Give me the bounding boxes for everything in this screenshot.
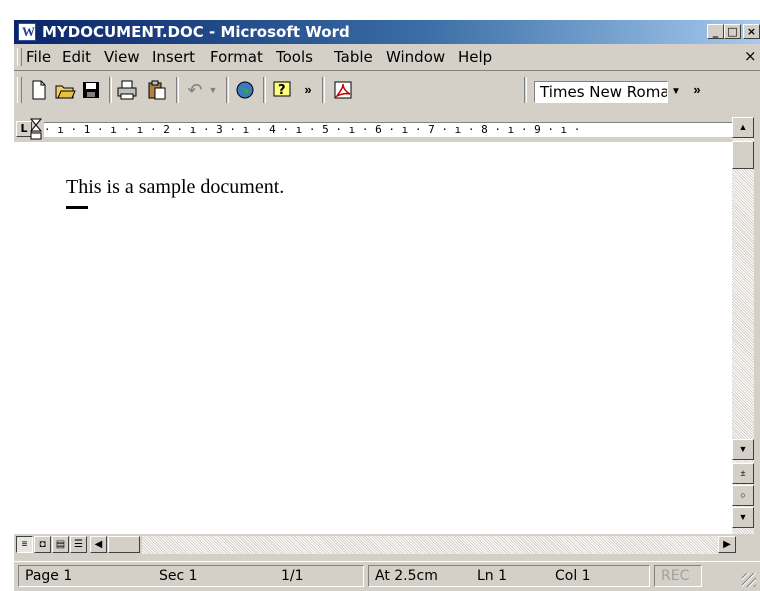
open-folder-icon[interactable] bbox=[54, 79, 76, 101]
document-area[interactable]: This is a sample document. bbox=[14, 142, 732, 534]
horizontal-scroll-thumb[interactable] bbox=[108, 536, 140, 553]
end-of-document-marker bbox=[66, 206, 88, 209]
help-icon[interactable]: ? bbox=[272, 79, 294, 101]
status-column: Col 1 bbox=[555, 568, 591, 584]
toolbar-separator bbox=[176, 77, 179, 103]
scroll-down-button[interactable]: ▼ bbox=[732, 439, 754, 460]
menu-insert[interactable]: Insert bbox=[152, 48, 195, 66]
status-at: At 2.5cm bbox=[375, 568, 438, 584]
minimize-button[interactable]: _ bbox=[707, 24, 724, 39]
menu-file[interactable]: File bbox=[26, 48, 51, 66]
status-rec[interactable]: REC bbox=[654, 565, 702, 587]
window-title: MYDOCUMENT.DOC - Microsoft Word bbox=[42, 23, 350, 41]
word-app-icon[interactable] bbox=[18, 23, 36, 41]
close-button[interactable]: × bbox=[743, 24, 760, 39]
scroll-right-button[interactable]: ▶ bbox=[718, 536, 736, 553]
normal-view-icon[interactable]: ≡ bbox=[16, 536, 33, 553]
status-section: Sec 1 bbox=[159, 568, 198, 584]
previous-page-button[interactable]: ± bbox=[732, 463, 754, 484]
new-document-icon[interactable] bbox=[28, 79, 50, 101]
outline-view-icon[interactable]: ☰ bbox=[70, 536, 87, 553]
standard-toolbar: ↶ ▼ ? » Times New Roman ▼ » bbox=[14, 71, 760, 109]
print-layout-view-icon[interactable]: ▤ bbox=[52, 536, 69, 553]
status-bar: Page 1 Sec 1 1/1 At 2.5cm Ln 1 Col 1 REC bbox=[14, 561, 760, 591]
word-window: MYDOCUMENT.DOC - Microsoft Word _ □ × Fi… bbox=[14, 20, 760, 591]
scroll-up-button[interactable]: ▲ bbox=[732, 117, 754, 138]
menu-tools[interactable]: Tools bbox=[276, 48, 313, 66]
maximize-button[interactable]: □ bbox=[724, 24, 741, 39]
menu-help[interactable]: Help bbox=[458, 48, 492, 66]
horizontal-scroll-track[interactable] bbox=[142, 536, 718, 554]
indent-marker-icon[interactable] bbox=[30, 117, 42, 141]
status-page-count: 1/1 bbox=[281, 568, 304, 584]
menu-bar: File Edit View Insert Format Tools Table… bbox=[14, 44, 760, 71]
vertical-scrollbar[interactable]: ▲ ▼ ± ○ ▼ bbox=[732, 117, 754, 534]
undo-dropdown-icon[interactable]: ▼ bbox=[202, 79, 224, 101]
menubar-grip[interactable] bbox=[17, 48, 22, 66]
toolbar-separator bbox=[109, 77, 112, 103]
toolbar-separator bbox=[524, 77, 527, 103]
toolbar-grip[interactable] bbox=[17, 77, 22, 103]
toolbar-overflow-icon[interactable]: » bbox=[297, 79, 319, 101]
status-position-pane: At 2.5cm Ln 1 Col 1 bbox=[368, 565, 650, 587]
menu-table[interactable]: Table bbox=[334, 48, 373, 66]
font-name-field[interactable]: Times New Roman bbox=[534, 81, 668, 103]
formatting-overflow-icon[interactable]: » bbox=[686, 79, 708, 101]
document-close-button[interactable]: × bbox=[744, 47, 757, 65]
menu-view[interactable]: View bbox=[104, 48, 140, 66]
scroll-left-button[interactable]: ◀ bbox=[90, 536, 107, 553]
menu-edit[interactable]: Edit bbox=[62, 48, 91, 66]
select-browse-object-button[interactable]: ○ bbox=[732, 485, 754, 506]
status-page: Page 1 bbox=[25, 568, 73, 584]
vertical-scroll-thumb[interactable] bbox=[732, 141, 754, 169]
print-icon[interactable] bbox=[116, 79, 138, 101]
ruler-scale[interactable]: · ı · 1 · ı · ı · 2 · ı · 3 · ı · 4 · ı … bbox=[44, 122, 732, 137]
toolbar-separator bbox=[263, 77, 266, 103]
pdf-convert-icon[interactable] bbox=[332, 79, 354, 101]
document-text[interactable]: This is a sample document. bbox=[66, 176, 284, 199]
toolbar-separator bbox=[226, 77, 229, 103]
status-page-pane: Page 1 Sec 1 1/1 bbox=[18, 565, 364, 587]
web-toolbar-icon[interactable] bbox=[234, 79, 256, 101]
paste-icon[interactable] bbox=[146, 79, 168, 101]
horizontal-ruler: L · ı · 1 · ı · ı · 2 · ı · 3 · ı · 4 · … bbox=[14, 117, 732, 141]
menu-window[interactable]: Window bbox=[386, 48, 445, 66]
next-page-button[interactable]: ▼ bbox=[732, 507, 754, 528]
horizontal-scroll-row: ≡ ◘ ▤ ☰ ◀ ▶ bbox=[14, 534, 754, 556]
resize-gripper-icon[interactable] bbox=[742, 573, 756, 587]
web-layout-view-icon[interactable]: ◘ bbox=[34, 536, 51, 553]
menu-format[interactable]: Format bbox=[210, 48, 263, 66]
title-bar[interactable]: MYDOCUMENT.DOC - Microsoft Word _ □ × bbox=[14, 20, 760, 44]
svg-text:?: ? bbox=[278, 83, 286, 98]
status-line: Ln 1 bbox=[477, 568, 508, 584]
save-icon[interactable] bbox=[80, 79, 102, 101]
toolbar-separator bbox=[322, 77, 325, 103]
font-dropdown-arrow-icon[interactable]: ▼ bbox=[668, 81, 684, 103]
